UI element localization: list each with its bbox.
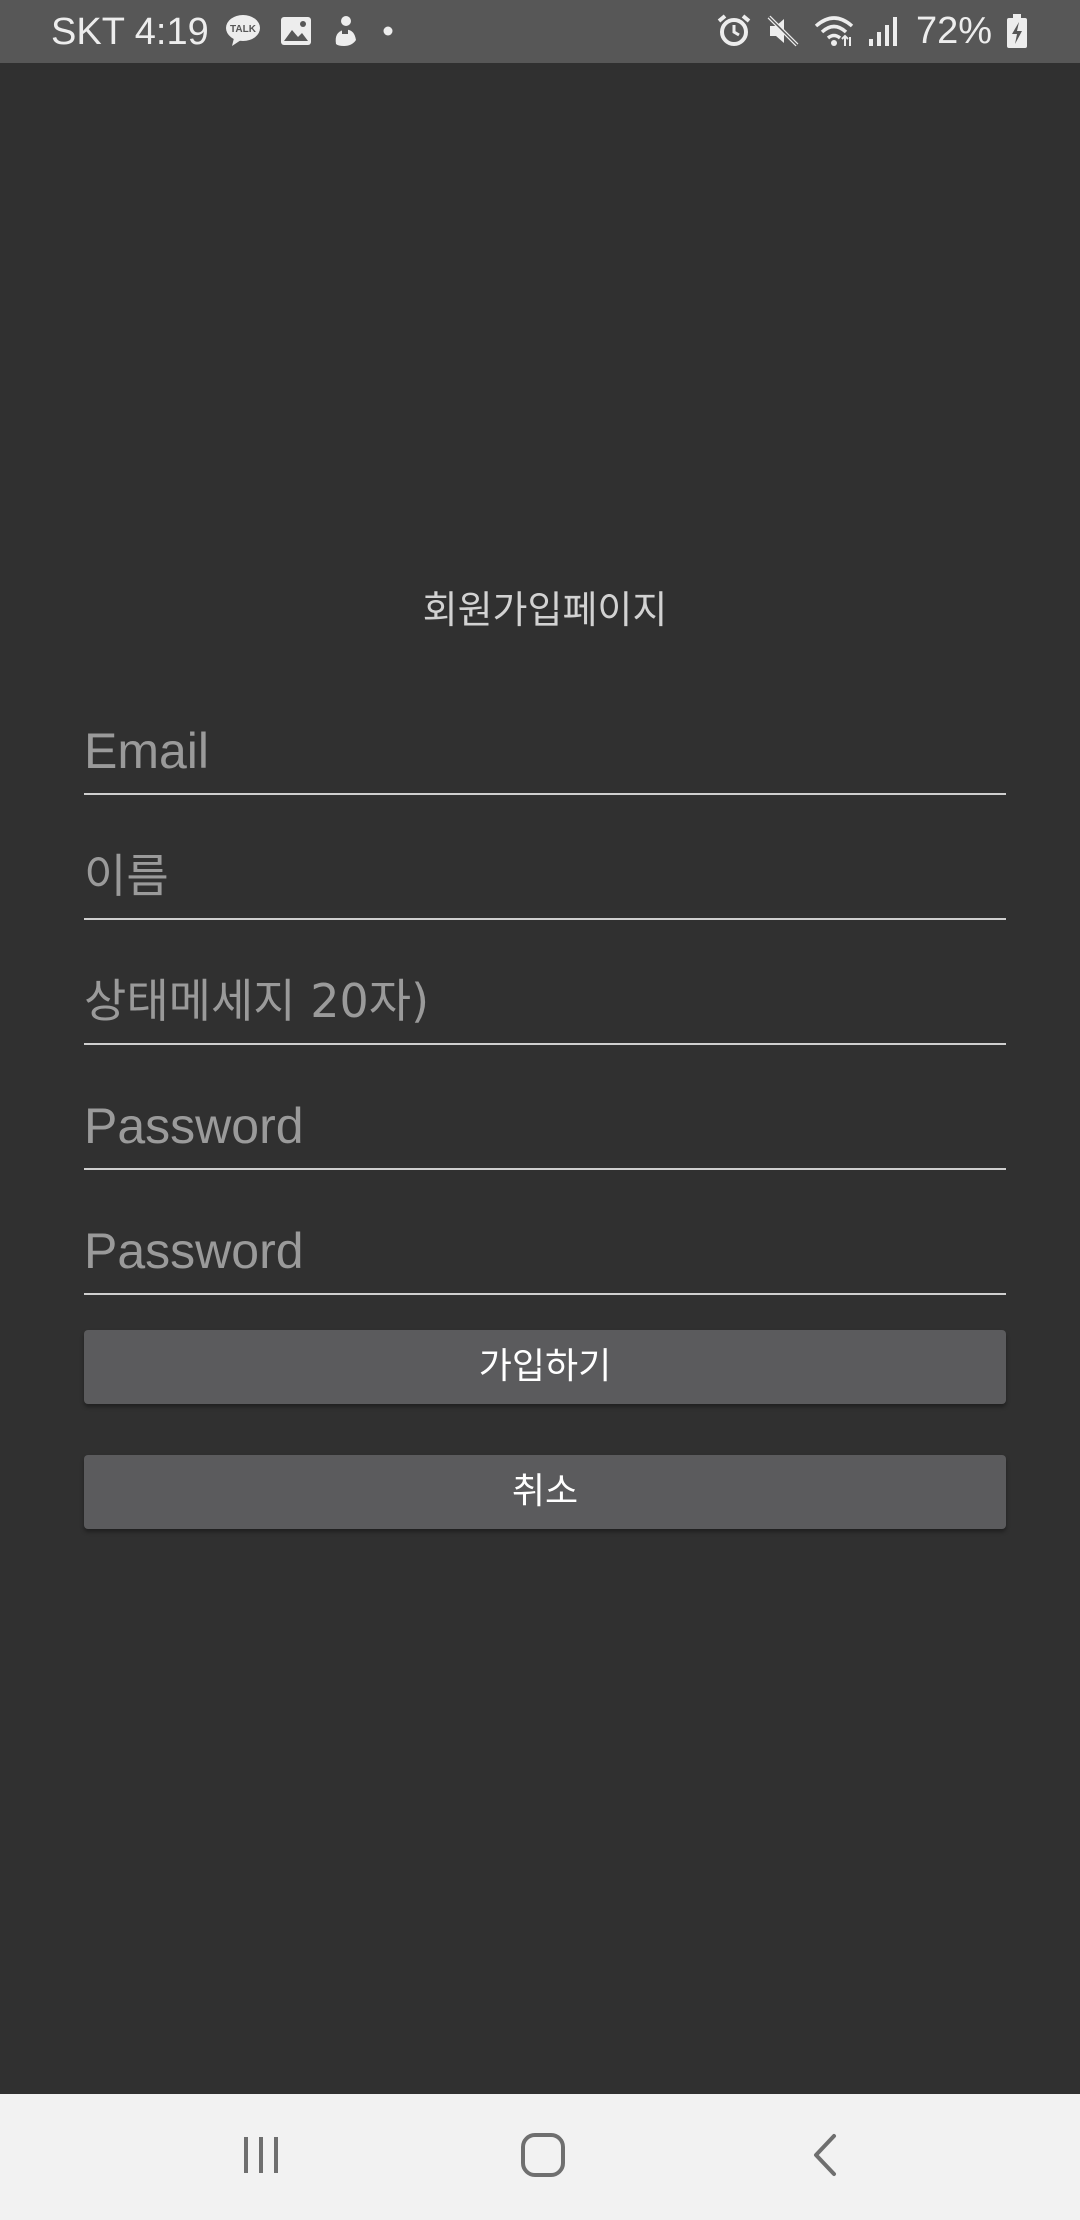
recent-apps-icon bbox=[239, 2135, 283, 2179]
gallery-icon bbox=[280, 16, 312, 46]
status-message-input[interactable] bbox=[84, 971, 1006, 1031]
home-button[interactable] bbox=[498, 2122, 588, 2192]
more-dot-icon bbox=[378, 21, 398, 41]
kakaotalk-icon: TALK bbox=[224, 14, 262, 48]
home-icon bbox=[520, 2132, 566, 2182]
system-status-icons: 72% bbox=[716, 10, 1028, 52]
battery-percent: 72% bbox=[915, 10, 992, 52]
notification-icons: TALK bbox=[224, 10, 398, 52]
wifi-icon bbox=[814, 14, 854, 48]
navigation-bar bbox=[0, 2094, 1080, 2220]
status-message-field bbox=[84, 959, 1006, 1045]
password-confirm-input[interactable] bbox=[84, 1221, 1006, 1281]
battery-charging-icon bbox=[1006, 13, 1028, 49]
app-notification-icon bbox=[330, 14, 360, 48]
password-confirm-field bbox=[84, 1209, 1006, 1295]
mute-icon bbox=[766, 14, 800, 48]
carrier-label: SKT bbox=[51, 11, 125, 53]
status-carrier-time: SKT 4:19 bbox=[51, 11, 209, 53]
password-field bbox=[84, 1084, 1006, 1170]
page-title: 회원가입페이지 bbox=[422, 588, 668, 632]
recent-apps-button[interactable] bbox=[216, 2122, 306, 2192]
signup-button[interactable]: 가입하기 bbox=[84, 1330, 1006, 1404]
cancel-button[interactable]: 취소 bbox=[84, 1455, 1006, 1529]
email-field bbox=[84, 709, 1006, 795]
name-input[interactable] bbox=[84, 846, 1006, 906]
svg-text:TALK: TALK bbox=[230, 24, 257, 35]
clock: 4:19 bbox=[134, 11, 209, 53]
alarm-icon bbox=[716, 13, 752, 49]
name-field bbox=[84, 834, 1006, 920]
signup-screen: SKT 4:19 TALK 72% 회원가입페이지 Email 이름 상태메세지… bbox=[0, 0, 1080, 2220]
signal-icon bbox=[868, 15, 898, 47]
back-button[interactable] bbox=[780, 2122, 870, 2192]
status-bar: SKT 4:19 TALK 72% bbox=[0, 0, 1080, 63]
email-input[interactable] bbox=[84, 721, 1006, 781]
password-input[interactable] bbox=[84, 1096, 1006, 1156]
back-icon bbox=[810, 2132, 840, 2182]
